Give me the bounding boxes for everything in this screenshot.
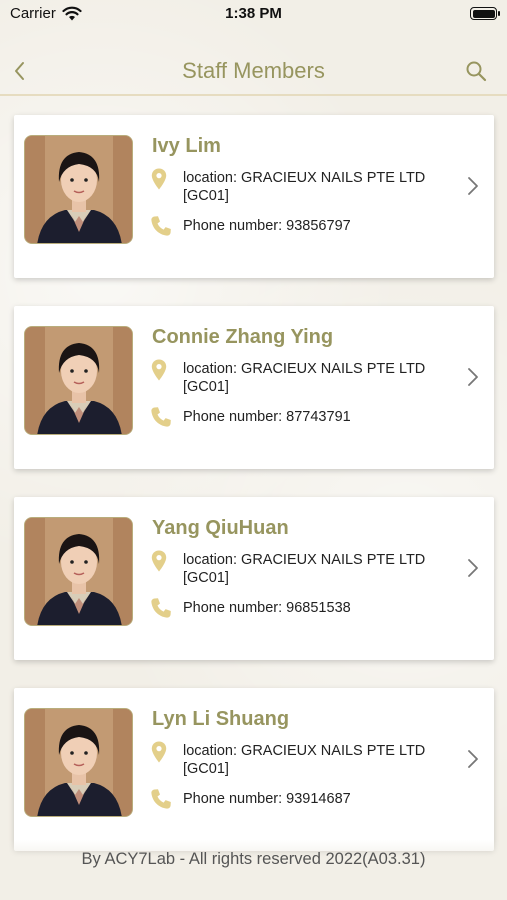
page-title: Staff Members (182, 58, 325, 83)
staff-card[interactable]: Yang QiuHuan location: GRACIEUX NAILS PT… (14, 497, 494, 660)
staff-phone: Phone number: 96851538 (183, 600, 351, 616)
staff-photo (24, 517, 133, 626)
search-icon[interactable] (465, 60, 487, 82)
chevron-right-icon[interactable] (466, 557, 480, 579)
staff-name: Lyn Li Shuang (152, 708, 290, 730)
location-pin-icon (151, 359, 167, 381)
chevron-right-icon[interactable] (466, 748, 480, 770)
status-bar: Carrier 1:38 PM (0, 0, 507, 30)
staff-phone: Phone number: 93856797 (183, 218, 351, 234)
footer-text: By ACY7Lab - All rights reserved 2022(A0… (81, 850, 426, 868)
location-pin-icon (151, 550, 167, 572)
staff-portrait-icon (25, 709, 132, 816)
staff-photo (24, 708, 133, 817)
chevron-right-icon[interactable] (466, 366, 480, 388)
staff-location: location: GRACIEUX NAILS PTE LTD [GC01] (183, 170, 426, 204)
staff-name: Connie Zhang Ying (152, 326, 334, 348)
location-pin-icon (151, 741, 167, 763)
staff-card[interactable]: Ivy Lim location: GRACIEUX NAILS PTE LTD… (14, 115, 494, 278)
staff-portrait-icon (25, 518, 132, 625)
screen: Carrier 1:38 PM Staff Members Ivy Lim lo… (0, 0, 507, 900)
staff-photo (24, 135, 133, 244)
staff-location: location: GRACIEUX NAILS PTE LTD [GC01] (183, 552, 426, 586)
staff-portrait-icon (25, 327, 132, 434)
staff-location: location: GRACIEUX NAILS PTE LTD [GC01] (183, 361, 426, 395)
phone-icon (151, 598, 171, 618)
staff-card[interactable]: Lyn Li Shuang location: GRACIEUX NAILS P… (14, 688, 494, 851)
battery-icon (470, 7, 500, 20)
nav-bar: Staff Members (0, 44, 507, 96)
chevron-right-icon[interactable] (466, 175, 480, 197)
staff-location: location: GRACIEUX NAILS PTE LTD [GC01] (183, 743, 426, 777)
phone-icon (151, 407, 171, 427)
location-pin-icon (151, 168, 167, 190)
footer-fade (0, 840, 507, 900)
staff-portrait-icon (25, 136, 132, 243)
staff-photo (24, 326, 133, 435)
staff-card[interactable]: Connie Zhang Ying location: GRACIEUX NAI… (14, 306, 494, 469)
phone-icon (151, 216, 171, 236)
staff-name: Ivy Lim (152, 135, 221, 157)
phone-icon (151, 789, 171, 809)
staff-phone: Phone number: 93914687 (183, 791, 351, 807)
status-time: 1:38 PM (225, 5, 282, 22)
staff-phone: Phone number: 87743791 (183, 409, 351, 425)
staff-name: Yang QiuHuan (152, 517, 289, 539)
